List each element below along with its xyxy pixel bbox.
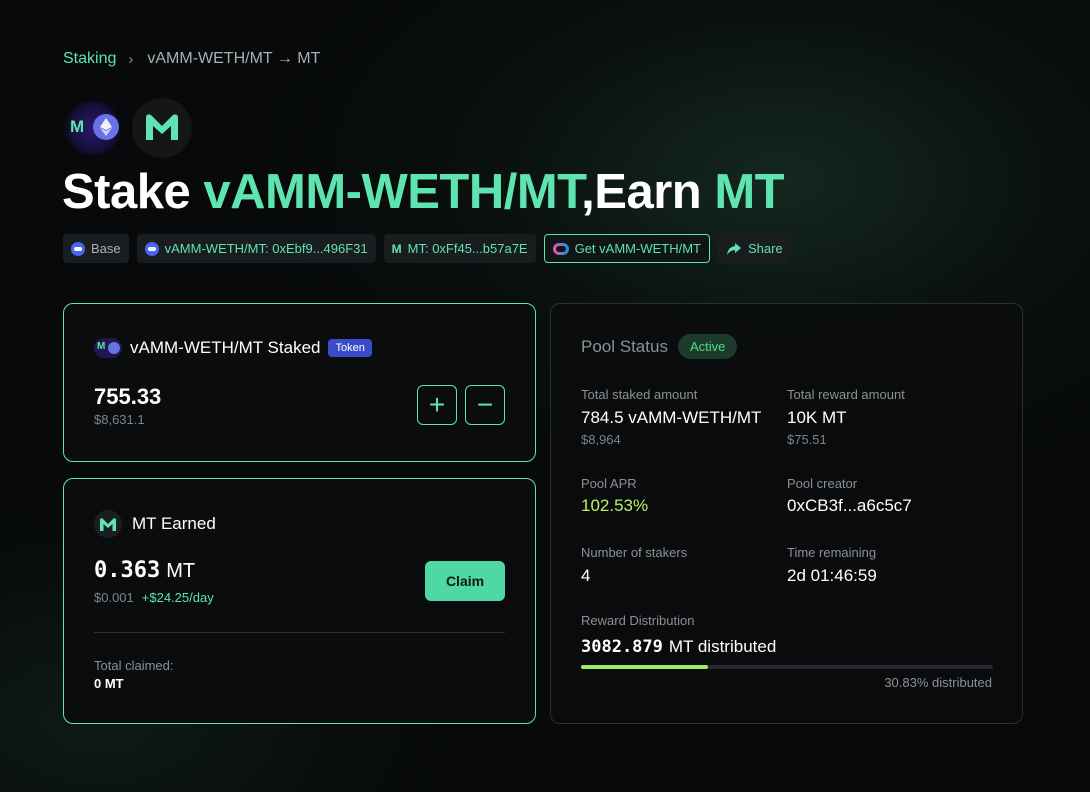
eth-icon xyxy=(93,114,119,140)
base-network-icon xyxy=(144,241,159,256)
earned-card-title: MT Earned xyxy=(132,514,216,533)
mt-logo-glyph: M xyxy=(70,117,84,136)
staked-card: M vAMM-WETH/MT Staked Token 755.33 $8,63… xyxy=(63,303,536,462)
pool-status-card: Pool Status Active Total staked amount 7… xyxy=(550,303,1023,724)
total-staked-usd: $8,964 xyxy=(581,432,621,447)
title-earn-token: MT xyxy=(714,165,785,219)
dex-icon xyxy=(552,242,569,255)
stakers-value: 4 xyxy=(581,566,591,585)
staked-usd: $8,631.1 xyxy=(94,412,145,427)
get-token-button[interactable]: Get vAMM-WETH/MT xyxy=(543,234,710,263)
mt-icon xyxy=(94,510,122,538)
share-arrow-icon xyxy=(726,242,741,255)
earned-amount: 0.363 xyxy=(94,558,161,583)
minus-icon: − xyxy=(476,389,494,420)
chevron-right-icon: › xyxy=(128,50,134,68)
distribution-percent: 30.83% distributed xyxy=(884,675,992,690)
distribution-progress-fill xyxy=(581,665,709,669)
title-comma: , xyxy=(581,165,595,219)
get-token-label: Get vAMM-WETH/MT xyxy=(574,241,701,256)
creator-value[interactable]: 0xCB3f...a6c5c7 xyxy=(787,496,912,516)
stakers-label: Number of stakers xyxy=(581,545,688,560)
breadcrumb-current: vAMM-WETH/MT → MT xyxy=(147,50,321,67)
stake-contract-chip[interactable]: vAMM-WETH/MT: 0xEbf9...496F31 xyxy=(136,234,376,263)
reward-contract-chip[interactable]: M MT: 0xFf45...b57a7E xyxy=(383,234,536,263)
breadcrumb-staking-link[interactable]: Staking xyxy=(63,50,116,68)
breadcrumb: Staking › vAMM-WETH/MT → MT xyxy=(63,48,320,70)
pair-mini-logo: M xyxy=(94,338,122,358)
total-staked-label: Total staked amount xyxy=(581,387,698,402)
earned-card: MT Earned 0.363 MT $0.001 +$24.25/day Cl… xyxy=(63,478,536,724)
network-chip-label: Base xyxy=(91,241,121,256)
title-middle: Earn xyxy=(594,165,715,219)
info-chips: Base vAMM-WETH/MT: 0xEbf9...496F31 M MT:… xyxy=(63,234,791,263)
apr-label: Pool APR xyxy=(581,476,637,491)
earned-usd: $0.001 xyxy=(94,590,134,605)
mt-icon: M xyxy=(391,241,402,256)
token-badge: Token xyxy=(328,339,372,357)
pool-status-title: Pool Status xyxy=(581,336,668,356)
creator-label: Pool creator xyxy=(787,476,858,491)
network-chip[interactable]: Base xyxy=(63,234,129,263)
share-button[interactable]: Share xyxy=(717,234,791,263)
apr-value: 102.53% xyxy=(581,496,649,515)
total-claimed-value: 0 MT xyxy=(94,676,124,691)
title-prefix: Stake xyxy=(62,165,204,219)
earned-unit: MT xyxy=(166,560,196,582)
share-label: Share xyxy=(747,241,783,256)
distribution-label: Reward Distribution xyxy=(581,613,695,628)
remove-stake-button[interactable]: − xyxy=(465,385,505,425)
add-stake-button[interactable]: + xyxy=(417,385,457,425)
total-reward-usd: $75.51 xyxy=(787,432,827,447)
distribution-progress-bar xyxy=(581,665,993,669)
total-claimed-label: Total claimed: xyxy=(94,658,174,673)
total-reward-label: Total reward amount xyxy=(787,387,905,402)
mt-token-logo xyxy=(132,98,192,158)
claim-button[interactable]: Claim xyxy=(425,561,505,601)
distributed-amount: 3082.879 xyxy=(581,637,663,657)
total-staked-value: 784.5 vAMM-WETH/MT xyxy=(581,408,762,427)
base-network-icon xyxy=(71,241,85,256)
page-title: Stake vAMM-WETH/MT,Earn MT xyxy=(62,164,785,220)
time-remaining-label: Time remaining xyxy=(787,545,877,560)
status-badge: Active xyxy=(677,334,738,359)
stake-contract-label: vAMM-WETH/MT: 0xEbf9...496F31 xyxy=(164,241,368,256)
title-stake-token: vAMM-WETH/MT xyxy=(203,165,582,219)
divider xyxy=(94,632,505,633)
staked-amount: 755.33 xyxy=(94,384,162,409)
staked-card-title: vAMM-WETH/MT Staked xyxy=(130,338,321,357)
distributed-suffix: MT distributed xyxy=(668,637,777,656)
plus-icon: + xyxy=(428,389,446,420)
total-reward-value: 10K MT xyxy=(787,408,847,427)
mt-logo-icon xyxy=(146,114,178,140)
earned-rate: +$24.25/day xyxy=(141,590,214,605)
reward-contract-label: MT: 0xFf45...b57a7E xyxy=(407,241,528,256)
time-remaining-value: 2d 01:46:59 xyxy=(787,566,877,585)
pair-logo: M xyxy=(63,100,123,156)
